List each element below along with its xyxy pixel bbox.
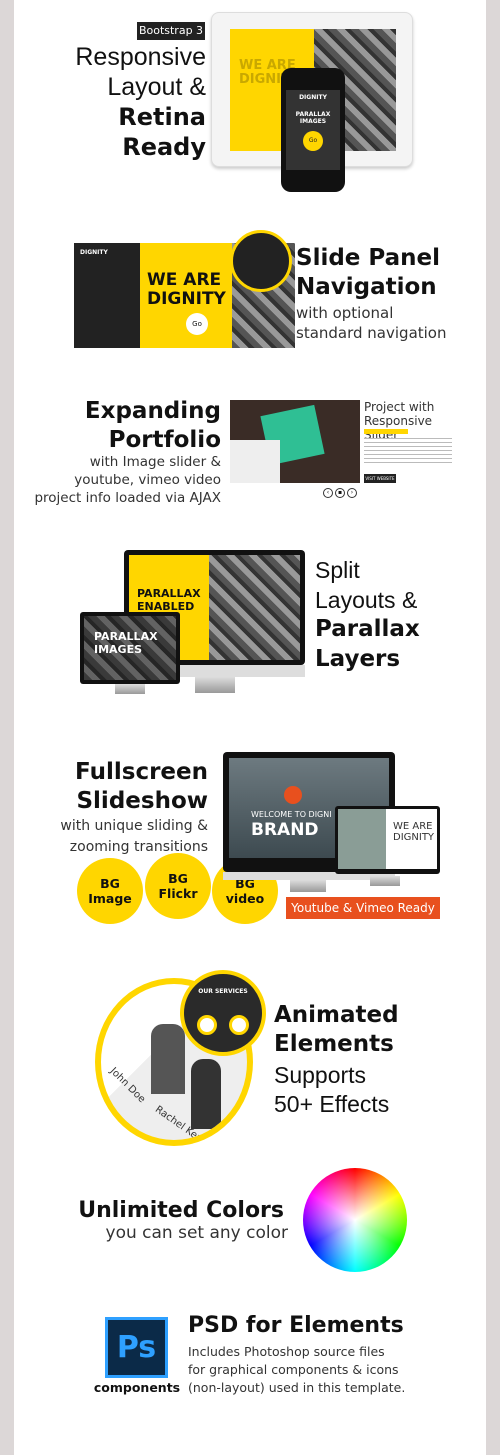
- mock-brand: DIGNITY: [80, 249, 108, 256]
- slideshow-heading: Slideshow: [76, 788, 208, 814]
- brand-text: BRAND: [251, 820, 319, 840]
- layout-heading: Layout &: [107, 73, 206, 101]
- expanding-heading: Expanding: [84, 398, 221, 424]
- animated-heading: Animated: [274, 1002, 399, 1028]
- psd-line-2: for graphical components & icons: [188, 1362, 399, 1377]
- parallax-images-headline-2: IMAGES: [94, 643, 143, 656]
- fullscreen-heading: Fullscreen: [75, 759, 208, 785]
- image-slider-text: with Image slider &: [89, 454, 221, 470]
- go-button: Go: [303, 131, 323, 151]
- layouts-heading: Layouts &: [315, 587, 418, 613]
- color-wheel: [303, 1168, 407, 1272]
- services-title: OUR SERVICES: [198, 988, 248, 995]
- bootstrap-badge: Bootstrap 3: [137, 22, 205, 40]
- supports-text: Supports: [274, 1062, 367, 1088]
- unlimited-colors-heading: Unlimited Colors: [78, 1198, 284, 1223]
- small-headline-2: DIGNITY: [393, 832, 435, 843]
- welcome-text: WELCOME TO DIGNI: [251, 810, 332, 819]
- elements-heading: Elements: [274, 1031, 394, 1057]
- any-color-text: you can set any color: [105, 1223, 288, 1243]
- mock-headline: WE ARE: [147, 270, 222, 290]
- responsive-heading: Responsive: [75, 43, 206, 71]
- next-icon: ›: [347, 488, 357, 498]
- portfolio-heading: Portfolio: [108, 427, 221, 453]
- parallax-enabled-headline: PARALLAX: [137, 587, 201, 600]
- bg-image-badge: BG Image: [77, 858, 143, 924]
- layers-heading: Layers: [315, 646, 401, 672]
- small-slideshow-monitor: WE ARE DIGNITY: [335, 806, 440, 874]
- video-text: youtube, vimeo video: [74, 472, 221, 488]
- psd-heading: PSD for Elements: [188, 1313, 404, 1338]
- person-name: John Doe: [107, 1065, 148, 1106]
- portfolio-image: [230, 400, 360, 483]
- photoshop-icon: Ps: [105, 1317, 168, 1378]
- ajax-text: project info loaded via AJAX: [34, 490, 221, 506]
- small-monitor-mockup: PARALLAX IMAGES: [80, 612, 180, 684]
- visit-website-button: VISIT WEBSITE: [364, 474, 396, 483]
- monitor-icon: [229, 1015, 249, 1035]
- phone-headline-2: IMAGES: [299, 118, 327, 125]
- bg-flickr-badge: BG Flickr: [145, 853, 211, 919]
- magnifier-circle: [230, 230, 292, 292]
- optional-text: with optional: [296, 304, 394, 322]
- parallax-images-headline: PARALLAX: [94, 630, 158, 643]
- services-circle: OUR SERVICES: [180, 970, 266, 1056]
- ready-heading: Ready: [122, 133, 206, 161]
- mock-headline-2: DIGNITY: [147, 289, 226, 309]
- phone-brand: DIGNITY: [299, 94, 327, 101]
- psd-line-3: (non-layout) used in this template.: [188, 1380, 406, 1395]
- standard-nav-text: standard navigation: [296, 324, 447, 342]
- small-headline: WE ARE: [393, 821, 433, 832]
- components-caption: components: [93, 1380, 181, 1395]
- phone-mockup: DIGNITY PARALLAX IMAGES Go: [281, 68, 345, 192]
- effects-text: 50+ Effects: [274, 1091, 390, 1117]
- youtube-vimeo-banner: Youtube & Vimeo Ready: [286, 897, 440, 919]
- navigation-heading: Navigation: [296, 274, 437, 300]
- grid-icon: ▪: [335, 488, 345, 498]
- sliding-text: with unique sliding &: [60, 818, 208, 834]
- split-heading: Split: [315, 557, 360, 583]
- slide-panel-heading: Slide Panel: [296, 245, 441, 271]
- phone-headline: PARALLAX: [295, 111, 331, 118]
- go-button: Go: [186, 313, 208, 335]
- psd-line-1: Includes Photoshop source files: [188, 1344, 385, 1359]
- retina-heading: Retina: [118, 103, 206, 131]
- prev-icon: ‹: [323, 488, 333, 498]
- briefcase-icon: [197, 1015, 217, 1035]
- project-title: Project with Responsive Slider: [364, 400, 435, 442]
- parallax-heading: Parallax: [315, 616, 420, 642]
